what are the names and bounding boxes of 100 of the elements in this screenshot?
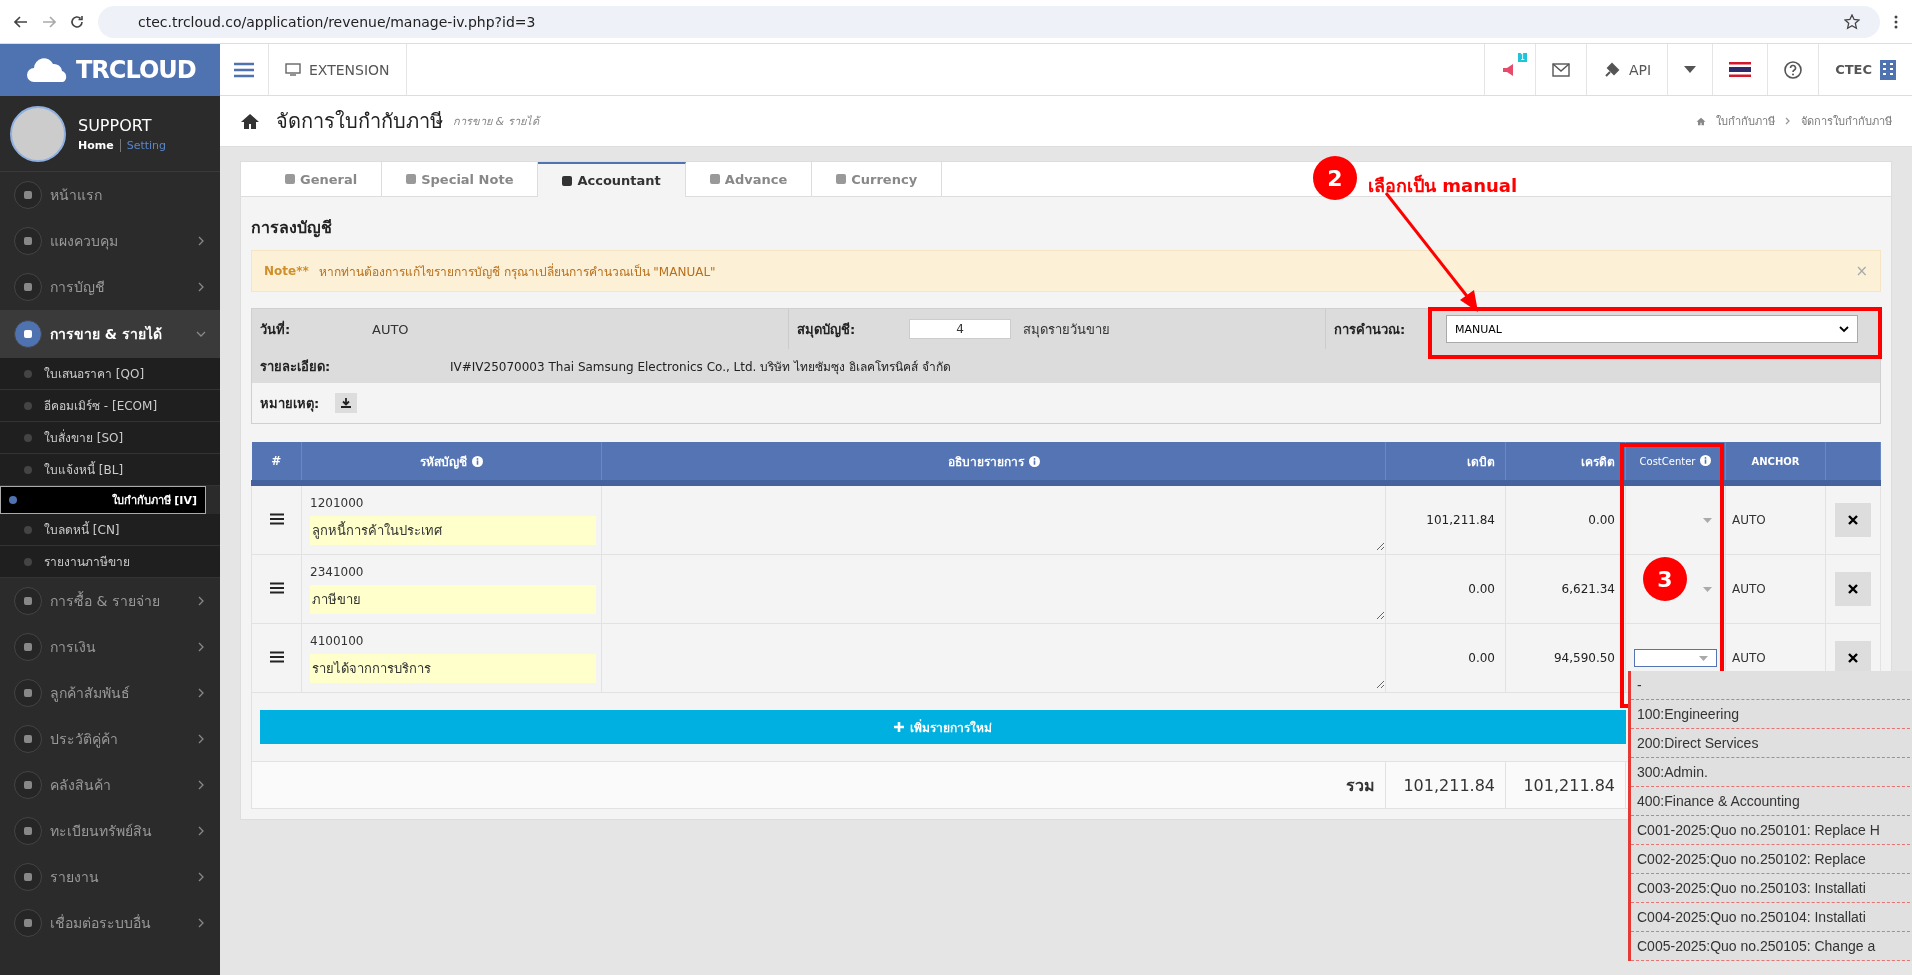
drag-handle-icon[interactable] xyxy=(269,581,284,594)
field-label: วันที่: xyxy=(260,319,292,339)
plug-icon xyxy=(1603,60,1621,79)
mail-icon xyxy=(1552,62,1570,77)
address-bar[interactable]: ctec.trcloud.co/application/revenue/manage-iv.php?id=3 xyxy=(98,5,1880,38)
download-button[interactable] xyxy=(335,393,358,413)
dropdown-option[interactable]: 400:Finance & Accounting xyxy=(1631,787,1912,816)
dropdown-option[interactable]: C001-2025:Quo no.250101: Replace H xyxy=(1631,816,1912,845)
home-icon[interactable] xyxy=(240,112,260,130)
chevron-icon xyxy=(196,826,206,836)
company-button[interactable]: CTEC xyxy=(1818,44,1912,95)
info-icon xyxy=(1700,455,1712,466)
menu-icon[interactable] xyxy=(1894,14,1898,29)
account-name-field[interactable]: รายได้จากการบริการ xyxy=(310,653,596,683)
sidebar-item[interactable]: หน้าแรก xyxy=(0,172,220,218)
sidebar-item[interactable]: การเงิน xyxy=(0,624,220,670)
extension-button[interactable]: EXTENSION xyxy=(269,44,407,95)
submenu-item[interactable]: ใบเสนอราคา [QO] xyxy=(0,358,220,390)
delete-button[interactable] xyxy=(1835,503,1871,537)
chevron-icon xyxy=(196,918,206,928)
submenu-item[interactable]: รายงานภาษีขาย xyxy=(0,546,220,578)
dropdown-option[interactable]: C005-2025:Quo no.250105: Change a xyxy=(1631,932,1912,961)
sidebar-item[interactable]: รายงาน xyxy=(0,854,220,900)
tab[interactable]: General xyxy=(261,162,383,196)
total-value: 101,211.84 xyxy=(1505,761,1626,809)
tab[interactable]: Accountant xyxy=(538,162,686,197)
tab[interactable]: Advance xyxy=(685,162,813,196)
page-title: จัดการใบกำกับภาษี xyxy=(276,108,443,135)
delete-button[interactable] xyxy=(1835,572,1871,606)
sidebar-item[interactable]: ประวัติคู่ค้า xyxy=(0,716,220,762)
sidebar-item[interactable]: การขาย & รายได้ xyxy=(0,310,220,358)
submenu-item[interactable]: ใบกำกับภาษี [IV] xyxy=(0,486,206,514)
dropdown-option[interactable]: C004-2025:Quo no.250104: Installati xyxy=(1631,903,1912,932)
page-subtitle: การขาย & รายได้ xyxy=(453,114,539,130)
table-cell: AUTO xyxy=(1725,554,1826,624)
select-field[interactable]: MANUAL xyxy=(1446,315,1858,343)
breadcrumb-link[interactable]: จัดการใบกำกับภาษี xyxy=(1801,112,1892,130)
logo-text: TRCLOUD xyxy=(76,56,196,84)
download-icon xyxy=(341,398,352,408)
field-value: IV#IV25070003 Thai Samsung Electronics Co., Ltd. บริษัท ไทยซัมซุง อิเลคโทรนิคส์ จำกัด xyxy=(450,358,951,376)
sidebar-item[interactable]: ทะเบียนทรัพย์สิน xyxy=(0,808,220,854)
caret-icon xyxy=(1699,655,1708,661)
chevron-icon xyxy=(196,282,206,292)
breadcrumb-link[interactable]: ใบกำกับภาษี xyxy=(1716,112,1775,130)
sidebar-item[interactable]: ลูกค้าสัมพันธ์ xyxy=(0,670,220,716)
chevron-icon xyxy=(196,642,206,652)
chevron-icon xyxy=(196,734,206,744)
profile-link[interactable]: Home xyxy=(78,138,121,152)
profile-link[interactable]: Setting xyxy=(120,138,167,152)
annotation-text: เลือกเป็น manual xyxy=(1368,173,1518,198)
dropdown-option[interactable]: 300:Admin. xyxy=(1631,758,1912,787)
sidebar-item[interactable]: การบัญชี xyxy=(0,264,220,310)
back-icon[interactable] xyxy=(14,14,28,29)
total-label: รวม xyxy=(251,761,1386,809)
sidebar-item[interactable]: การซื้อ & รายจ่าย xyxy=(0,578,220,624)
note-text: หากท่านต้องการแก้ไขรายการบัญชี กรุณาเปลี่ยนการคำนวณเป็น "MANUAL" xyxy=(318,262,716,281)
drag-handle-icon[interactable] xyxy=(269,650,284,663)
tab[interactable]: Currency xyxy=(812,162,943,196)
column-header: รหัสบัญชี xyxy=(301,442,602,483)
table-cell: 6,621.34 xyxy=(1505,554,1626,624)
chevron-icon xyxy=(1839,325,1849,333)
submenu-item[interactable]: ใบลดหนี้ [CN] xyxy=(0,514,220,546)
dropdown-option[interactable]: 200:Direct Services xyxy=(1631,729,1912,758)
plus-icon xyxy=(893,722,904,732)
field-value: สมุดรายวันขาย xyxy=(1023,320,1110,340)
account-code: 4100100 xyxy=(310,633,365,648)
cost-center-select[interactable] xyxy=(1634,649,1717,667)
reload-icon[interactable] xyxy=(70,14,84,29)
dropdown-option[interactable]: C003-2025:Quo no.250103: Installati xyxy=(1631,874,1912,903)
chevron-icon xyxy=(196,688,206,698)
sidebar-item[interactable]: แผงควบคุม xyxy=(0,218,220,264)
star-icon[interactable] xyxy=(1844,13,1860,30)
account-name-field[interactable]: ลูกหนี้การค้าในประเทศ xyxy=(310,515,596,545)
chevron-icon xyxy=(196,596,206,606)
table-cell: 0.00 xyxy=(1505,483,1626,555)
field-value: AUTO xyxy=(372,321,409,337)
table-cell: AUTO xyxy=(1725,483,1826,555)
dropdown-option[interactable]: 100:Engineering xyxy=(1631,700,1912,729)
sidebar-item[interactable]: เชื่อมต่อระบบอื่น xyxy=(0,900,220,946)
account-name-field[interactable]: ภาษีขาย xyxy=(310,584,596,614)
close-icon xyxy=(1848,584,1858,594)
field-label: หมายเหตุ: xyxy=(260,394,320,414)
account-code: 2341000 xyxy=(310,564,365,579)
flag-icon xyxy=(1729,62,1752,77)
tab-icon xyxy=(562,175,573,186)
drag-handle-icon[interactable] xyxy=(269,512,284,525)
api-button[interactable]: API xyxy=(1586,44,1668,95)
submenu-item[interactable]: ใบสั่งขาย [SO] xyxy=(0,422,220,454)
field-label: การคำนวณ: xyxy=(1334,320,1407,339)
column-header: อธิบายรายการ xyxy=(601,442,1386,483)
dropdown-option[interactable]: C002-2025:Quo no.250102: Replace xyxy=(1631,845,1912,874)
submenu-item[interactable]: ใบแจ้งหนี้ [BL] xyxy=(0,454,220,486)
tab-icon xyxy=(285,174,295,184)
field-label: สมุดบัญชี: xyxy=(797,320,857,340)
tab-icon xyxy=(709,174,720,184)
chevron-icon xyxy=(196,236,206,246)
column-header: ANCHOR xyxy=(1725,442,1826,483)
input-field[interactable]: 4 xyxy=(909,319,1011,339)
submenu-item[interactable]: อีคอมเมิร์ซ - [ECOM] xyxy=(0,390,220,422)
sidebar-item[interactable]: คลังสินค้า xyxy=(0,762,220,808)
